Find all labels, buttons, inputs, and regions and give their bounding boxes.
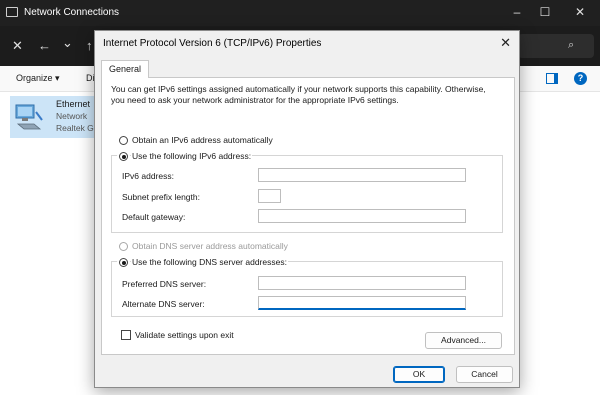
up-arrow-icon[interactable]: ↑ bbox=[86, 38, 93, 53]
dialog-title: Internet Protocol Version 6 (TCP/IPv6) P… bbox=[103, 38, 322, 49]
default-gateway-label: Default gateway: bbox=[122, 212, 186, 222]
alternate-dns-label: Alternate DNS server: bbox=[122, 299, 205, 309]
advanced-button[interactable]: Advanced... bbox=[425, 332, 502, 349]
ipv6-address-label: IPv6 address: bbox=[122, 171, 174, 181]
maximize-button[interactable]: ☐ bbox=[531, 3, 559, 21]
use-following-dns-radio[interactable] bbox=[119, 258, 128, 267]
ethernet-adapter-item[interactable]: Ethernet Network Realtek G bbox=[10, 96, 100, 138]
obtain-dns-automatically-radio[interactable] bbox=[119, 242, 128, 251]
validate-settings-label: Validate settings upon exit bbox=[135, 330, 234, 340]
cancel-button[interactable]: Cancel bbox=[456, 366, 513, 383]
obtain-ipv6-automatically-radio[interactable] bbox=[119, 136, 128, 145]
back-arrow-icon[interactable]: ← bbox=[38, 38, 51, 53]
subnet-prefix-length-input[interactable] bbox=[258, 189, 281, 203]
tab-general[interactable]: General bbox=[101, 60, 150, 78]
preview-pane-icon[interactable] bbox=[546, 73, 558, 84]
close-tab-icon[interactable]: ✕ bbox=[12, 38, 23, 54]
alternate-dns-input[interactable] bbox=[258, 296, 466, 310]
help-icon[interactable]: ? bbox=[574, 72, 587, 85]
default-gateway-input[interactable] bbox=[258, 209, 466, 223]
validate-settings-checkbox[interactable] bbox=[121, 330, 131, 340]
obtain-dns-automatically-label: Obtain DNS server address automatically bbox=[132, 241, 288, 251]
search-box[interactable] bbox=[518, 34, 594, 58]
subnet-prefix-length-label: Subnet prefix length: bbox=[122, 192, 200, 202]
recent-locations-chevron-icon[interactable]: ⌄ bbox=[62, 35, 73, 51]
network-adapter-icon bbox=[15, 104, 43, 130]
use-following-ipv6-label: Use the following IPv6 address: bbox=[131, 151, 253, 161]
organize-label: Organize bbox=[16, 73, 53, 83]
organize-dropdown-icon: ▾ bbox=[55, 73, 60, 83]
ok-button[interactable]: OK bbox=[393, 366, 445, 383]
use-following-ipv6-radio[interactable] bbox=[119, 152, 128, 161]
adapter-device: Realtek G bbox=[56, 123, 94, 133]
explorer-title: Network Connections bbox=[24, 7, 120, 18]
adapter-status: Network bbox=[56, 111, 88, 121]
ipv6-properties-dialog: Internet Protocol Version 6 (TCP/IPv6) P… bbox=[94, 30, 520, 388]
ipv6-address-input[interactable] bbox=[258, 168, 466, 182]
network-folder-icon bbox=[6, 7, 18, 17]
search-icon[interactable]: ⌕ bbox=[568, 39, 574, 52]
adapter-name: Ethernet bbox=[56, 99, 91, 109]
close-window-button[interactable]: ✕ bbox=[566, 3, 594, 21]
use-following-dns-label: Use the following DNS server addresses: bbox=[131, 257, 288, 267]
explorer-title-bar: Network Connections – ☐ ✕ bbox=[0, 0, 600, 26]
preferred-dns-label: Preferred DNS server: bbox=[122, 279, 207, 289]
preferred-dns-input[interactable] bbox=[258, 276, 466, 290]
organize-button[interactable]: Organize ▾ bbox=[16, 73, 60, 84]
dialog-description: You can get IPv6 settings assigned autom… bbox=[111, 84, 486, 105]
minimize-button[interactable]: – bbox=[503, 3, 531, 21]
obtain-ipv6-automatically-label: Obtain an IPv6 address automatically bbox=[132, 135, 273, 145]
dialog-close-button[interactable]: ✕ bbox=[500, 35, 511, 51]
